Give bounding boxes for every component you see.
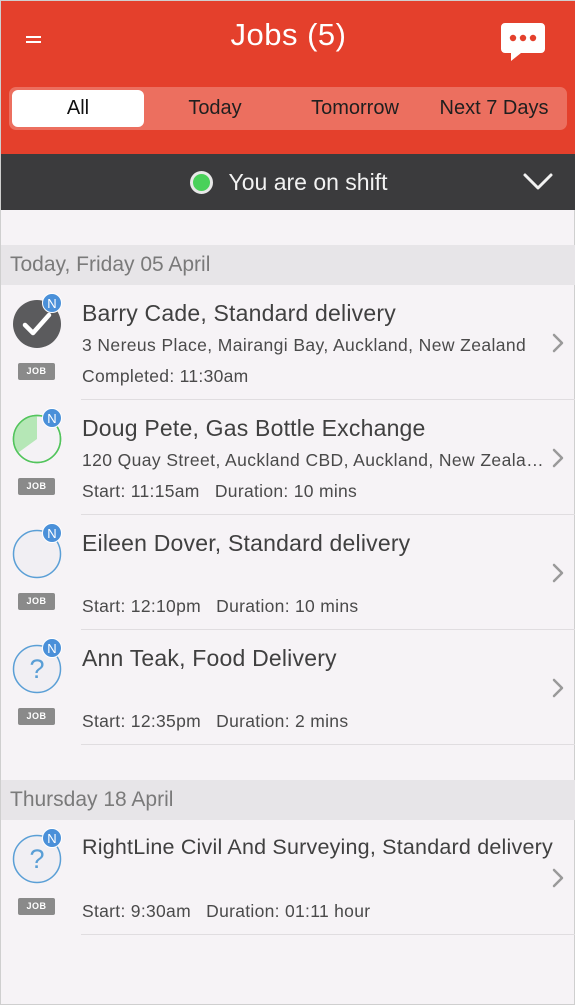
job-start-time: Start: 11:15am xyxy=(82,481,200,501)
chevron-right-icon xyxy=(552,333,564,353)
page-title: Jobs (5) xyxy=(230,17,347,52)
job-meta: Start: 12:10pm Duration: 10 mins xyxy=(82,596,358,617)
job-row[interactable]: ? N JOB Ann Teak, Food Delivery Start: 1… xyxy=(1,630,575,745)
new-badge: N xyxy=(42,638,62,658)
shift-status-dot xyxy=(189,170,213,194)
job-duration: Duration: 10 mins xyxy=(216,596,359,616)
job-tag: JOB xyxy=(18,478,55,495)
app-frame: Jobs (5) All Today Tomorrow Next 7 Days … xyxy=(0,0,575,1005)
job-duration: Duration: 01:11 hour xyxy=(206,901,371,921)
app-header: Jobs (5) All Today Tomorrow Next 7 Days xyxy=(1,1,575,154)
chevron-down-icon[interactable] xyxy=(522,171,554,193)
chevron-right-icon xyxy=(552,448,564,468)
chevron-right-icon xyxy=(552,868,564,888)
job-tag: JOB xyxy=(18,898,55,915)
chevron-right-icon xyxy=(552,563,564,583)
chat-bubble-icon xyxy=(501,23,545,61)
tab-next-7-days[interactable]: Next 7 Days xyxy=(424,90,564,127)
job-address: 3 Nereus Place, Mairangi Bay, Auckland, … xyxy=(82,335,527,355)
job-title: RightLine Civil And Surveying, Standard … xyxy=(82,835,553,859)
chevron-right-icon xyxy=(552,678,564,698)
job-start-time: Start: 9:30am xyxy=(82,901,191,921)
job-tag: JOB xyxy=(18,363,55,380)
filter-tabs: All Today Tomorrow Next 7 Days xyxy=(9,87,567,130)
job-meta: Start: 11:15am Duration: 10 mins xyxy=(82,481,357,502)
row-divider xyxy=(81,934,575,935)
chat-button[interactable] xyxy=(499,21,547,63)
job-completed-time: Completed: 11:30am xyxy=(82,366,249,386)
svg-text:?: ? xyxy=(29,654,44,684)
job-row[interactable]: ? N JOB RightLine Civil And Surveying, S… xyxy=(1,820,575,935)
job-meta: Completed: 11:30am xyxy=(82,366,249,387)
job-tag: JOB xyxy=(18,593,55,610)
job-duration: Duration: 10 mins xyxy=(214,481,358,501)
job-title: Barry Cade, Standard delivery xyxy=(82,300,396,326)
job-start-time: Start: 12:10pm xyxy=(82,596,201,616)
job-title: Eileen Dover, Standard delivery xyxy=(82,530,411,556)
shift-status-text: You are on shift xyxy=(228,168,388,195)
job-duration: Duration: 2 mins xyxy=(216,711,349,731)
job-start-time: Start: 12:35pm xyxy=(82,711,201,731)
job-tag: JOB xyxy=(18,708,55,725)
job-meta: Start: 12:35pm Duration: 2 mins xyxy=(82,711,348,732)
section-header: Today, Friday 05 April xyxy=(1,245,575,285)
shift-status-bar[interactable]: You are on shift xyxy=(1,154,575,210)
job-row[interactable]: N JOB Doug Pete, Gas Bottle Exchange 120… xyxy=(1,400,575,515)
svg-text:?: ? xyxy=(29,844,44,874)
job-title: Ann Teak, Food Delivery xyxy=(82,645,337,671)
tab-all[interactable]: All xyxy=(12,90,144,127)
new-badge: N xyxy=(42,523,62,543)
new-badge: N xyxy=(42,293,62,313)
tab-today[interactable]: Today xyxy=(144,90,286,127)
tab-tomorrow[interactable]: Tomorrow xyxy=(286,90,424,127)
job-row[interactable]: N JOB Eileen Dover, Standard delivery St… xyxy=(1,515,575,630)
row-divider xyxy=(81,744,575,745)
section-header: Thursday 18 April xyxy=(1,780,575,820)
job-address: 120 Quay Street, Auckland CBD, Auckland,… xyxy=(82,450,544,470)
job-row[interactable]: N JOB Barry Cade, Standard delivery 3 Ne… xyxy=(1,285,575,400)
new-badge: N xyxy=(42,408,62,428)
job-title: Doug Pete, Gas Bottle Exchange xyxy=(82,415,426,441)
job-meta: Start: 9:30am Duration: 01:11 hour xyxy=(82,901,370,922)
new-badge: N xyxy=(42,828,62,848)
